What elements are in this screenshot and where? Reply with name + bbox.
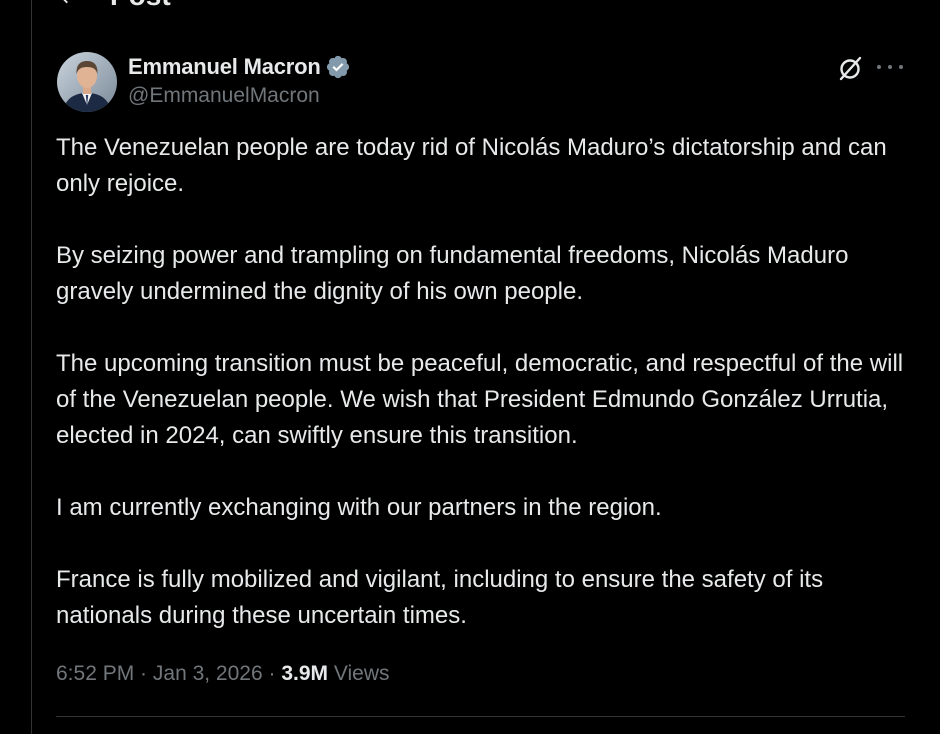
views-label: Views <box>328 662 390 685</box>
post-metadata: 6:52 PM · Jan 3, 2026 · 3.9M Views <box>56 662 390 686</box>
page-header: Post <box>56 0 171 10</box>
avatar[interactable] <box>57 52 117 112</box>
post-detail-panel: Post Emmanuel Macron <box>31 0 940 734</box>
post-paragraph: The Venezuelan people are today rid of N… <box>56 134 887 197</box>
post-paragraph: The upcoming transition must be peaceful… <box>56 350 904 449</box>
author-block[interactable]: Emmanuel Macron @EmmanuelMacron <box>128 52 351 108</box>
avatar-image <box>57 52 117 112</box>
author-name-row: Emmanuel Macron <box>128 52 351 82</box>
verified-badge-icon[interactable] <box>325 54 351 80</box>
post-paragraph: France is fully mobilized and vigilant, … <box>56 566 824 629</box>
post-text: The Venezuelan people are today rid of N… <box>56 130 916 634</box>
grok-icon[interactable] <box>836 54 864 82</box>
post-date[interactable]: Jan 3, 2026 <box>153 662 263 686</box>
author-display-name[interactable]: Emmanuel Macron <box>128 54 321 80</box>
dot-icon <box>888 65 892 69</box>
post-paragraph: I am currently exchanging with our partn… <box>56 494 662 521</box>
post-paragraph: By seizing power and trampling on fundam… <box>56 242 849 305</box>
meta-separator: · <box>262 662 282 685</box>
post-time[interactable]: 6:52 PM <box>56 662 134 686</box>
more-horizontal-icon[interactable] <box>877 56 903 78</box>
meta-separator: · <box>134 662 153 685</box>
arrow-left-icon[interactable] <box>56 0 78 7</box>
dot-icon <box>877 65 881 69</box>
views-count[interactable]: 3.9M <box>281 662 328 686</box>
author-handle[interactable]: @EmmanuelMacron <box>128 84 351 108</box>
dot-icon <box>899 65 903 69</box>
page-title: Post <box>110 0 171 10</box>
divider <box>56 716 905 717</box>
